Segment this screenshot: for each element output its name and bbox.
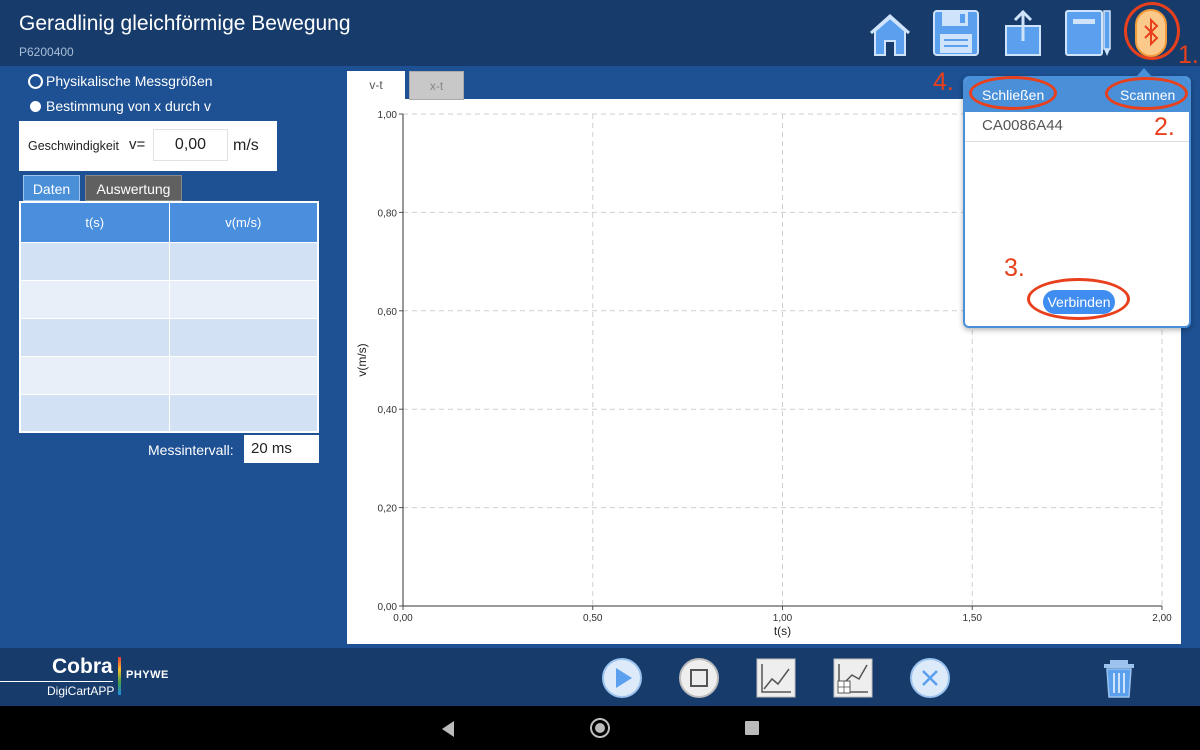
table-cell <box>168 355 319 395</box>
save-icon[interactable] <box>931 8 981 58</box>
speed-unit: m/s <box>233 137 259 154</box>
annotation-number: 4. <box>933 68 954 96</box>
notebook-icon[interactable] <box>1064 8 1114 58</box>
table-cell <box>168 279 319 319</box>
logo-text: Cobra <box>52 655 113 678</box>
table-cell <box>168 241 319 281</box>
y-tick-label: 0,80 <box>378 208 398 219</box>
tab-data[interactable]: Daten <box>23 175 80 201</box>
graph-icon[interactable] <box>755 657 797 699</box>
radio-physical-quantities[interactable]: Physikalische Messgrößen <box>28 73 213 89</box>
table-cell <box>19 241 170 281</box>
logo-color-bar <box>118 657 121 695</box>
stop-icon[interactable] <box>678 657 720 699</box>
column-header-time: t(s) <box>19 201 170 243</box>
table-row <box>19 241 319 281</box>
table-row <box>19 393 319 433</box>
interval-label: Messintervall: <box>148 442 234 458</box>
y-tick-label: 0,60 <box>378 307 398 318</box>
radio-selected-icon <box>28 73 43 89</box>
column-header-velocity: v(m/s) <box>168 201 319 243</box>
annotation-ring <box>1027 278 1130 320</box>
x-tick-label: 0,00 <box>393 613 413 624</box>
radio-determine-x[interactable]: Bestimmung von x durch v <box>30 98 211 114</box>
tab-x-t[interactable]: x-t <box>409 71 464 100</box>
logo-divider <box>0 681 113 682</box>
x-tick-label: 2,00 <box>1152 613 1172 624</box>
table-cell <box>19 393 170 433</box>
logo-brand: PHYWE <box>126 669 169 681</box>
table-row <box>19 317 319 357</box>
table-cell <box>19 279 170 319</box>
y-axis-label: v(m/s) <box>355 343 369 376</box>
interval-field[interactable]: 20 ms <box>244 435 319 463</box>
data-table: t(s) v(m/s) <box>19 201 319 433</box>
android-navigation-bar <box>0 706 1200 750</box>
speed-symbol: v= <box>129 136 146 153</box>
footer-toolbar <box>0 648 1200 706</box>
analysis-icon[interactable] <box>832 657 874 699</box>
play-icon[interactable] <box>601 657 643 699</box>
speed-value-field: 0,00 <box>153 129 228 161</box>
x-tick-label: 1,00 <box>773 613 793 624</box>
x-tick-label: 1,50 <box>963 613 983 624</box>
annotation-number: 1. <box>1178 41 1199 69</box>
speed-label: Geschwindigkeit <box>28 139 120 153</box>
y-tick-label: 0,20 <box>378 504 398 515</box>
annotation-number: 2. <box>1154 113 1175 141</box>
annotation-ring <box>1105 77 1188 110</box>
table-row <box>19 355 319 395</box>
radio-icon <box>30 100 41 112</box>
y-tick-label: 0,00 <box>378 602 398 613</box>
clear-icon[interactable] <box>909 657 951 699</box>
share-icon[interactable] <box>998 8 1048 58</box>
table-cell <box>168 393 319 433</box>
table-row <box>19 279 319 319</box>
table-cell <box>19 317 170 357</box>
annotation-ring <box>1124 2 1180 60</box>
x-tick-label: 0,50 <box>583 613 603 624</box>
speed-display: Geschwindigkeit v= 0,00 m/s <box>19 121 277 171</box>
tab-evaluation[interactable]: Auswertung <box>85 175 182 201</box>
trash-icon[interactable] <box>1098 657 1140 699</box>
radio-label: Bestimmung von x durch v <box>46 98 211 114</box>
home-icon[interactable] <box>865 8 915 58</box>
y-tick-label: 1,00 <box>378 110 398 121</box>
annotation-ring <box>969 76 1057 110</box>
table-cell <box>168 317 319 357</box>
annotation-number: 3. <box>1004 254 1025 282</box>
app-title: Geradlinig gleichförmige Bewegung <box>19 12 351 35</box>
recent-apps-icon[interactable] <box>744 720 760 736</box>
logo-subtitle: DigiCartAPP <box>47 684 115 698</box>
experiment-code: P6200400 <box>19 45 74 59</box>
tab-v-t[interactable]: v-t <box>347 71 405 100</box>
x-axis-label: t(s) <box>774 624 791 638</box>
table-cell <box>19 355 170 395</box>
home-nav-icon[interactable] <box>589 717 611 739</box>
radio-label: Physikalische Messgrößen <box>46 73 213 89</box>
y-tick-label: 0,40 <box>378 405 398 416</box>
back-icon[interactable] <box>440 720 456 738</box>
